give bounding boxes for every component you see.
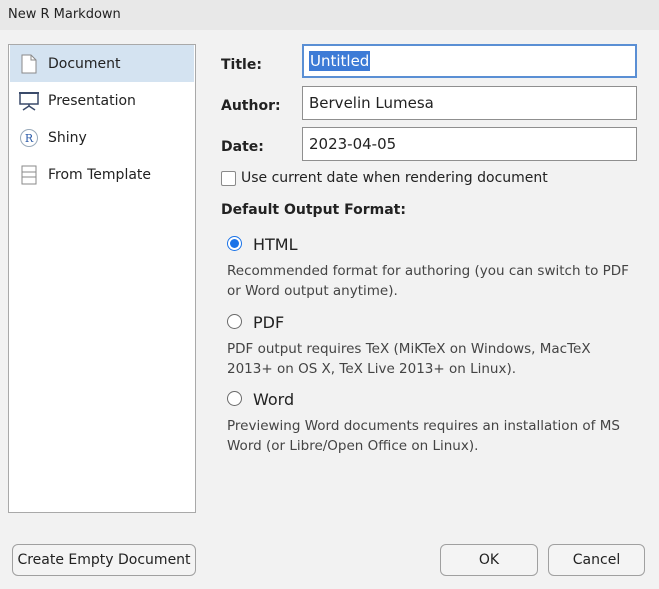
window-title: New R Markdown xyxy=(8,7,121,22)
radio-html[interactable] xyxy=(227,236,242,251)
title-field[interactable]: Untitled xyxy=(302,44,637,78)
presentation-icon xyxy=(19,91,39,111)
svg-text:R: R xyxy=(25,132,34,145)
title-field-value: Untitled xyxy=(309,51,371,71)
option-label-word[interactable]: Word xyxy=(253,390,294,409)
option-description-pdf: PDF output requires TeX (MiKTeX on Windo… xyxy=(227,341,591,377)
option-description-html: Recommended format for authoring (you ca… xyxy=(227,263,629,299)
document-icon xyxy=(19,54,39,74)
type-item-presentation[interactable]: Presentation xyxy=(10,82,194,119)
dialog-content: Document Presentation R Shiny From Templ… xyxy=(0,30,659,589)
type-item-label: Document xyxy=(48,55,121,72)
radio-pdf[interactable] xyxy=(227,314,242,329)
title-label: Title: xyxy=(221,57,262,73)
option-label-pdf[interactable]: PDF xyxy=(253,313,284,332)
type-item-from-template[interactable]: From Template xyxy=(10,156,194,193)
type-item-shiny[interactable]: R Shiny xyxy=(10,119,194,156)
ok-button[interactable]: OK xyxy=(440,544,538,576)
use-current-date-label: Use current date when rendering document xyxy=(241,170,548,186)
cancel-button[interactable]: Cancel xyxy=(548,544,645,576)
document-type-list: Document Presentation R Shiny From Templ… xyxy=(8,44,196,513)
date-field[interactable]: 2023-04-05 xyxy=(302,127,637,161)
type-item-label: Presentation xyxy=(48,92,136,109)
radio-word[interactable] xyxy=(227,391,242,406)
option-description-word: Previewing Word documents requires an in… xyxy=(227,418,620,454)
type-item-label: From Template xyxy=(48,166,152,183)
output-format-heading: Default Output Format: xyxy=(221,202,406,218)
type-item-document[interactable]: Document xyxy=(10,45,194,82)
type-item-label: Shiny xyxy=(48,129,87,146)
use-current-date-row[interactable]: Use current date when rendering document xyxy=(221,170,548,186)
window-titlebar: New R Markdown xyxy=(0,0,659,30)
create-empty-document-button[interactable]: Create Empty Document xyxy=(12,544,196,576)
shiny-r-icon: R xyxy=(19,128,39,148)
date-label: Date: xyxy=(221,139,264,155)
template-icon xyxy=(19,165,39,185)
option-label-html[interactable]: HTML xyxy=(253,235,298,254)
use-current-date-checkbox[interactable] xyxy=(221,170,236,186)
author-field[interactable]: Bervelin Lumesa xyxy=(302,86,637,120)
author-label: Author: xyxy=(221,98,281,114)
